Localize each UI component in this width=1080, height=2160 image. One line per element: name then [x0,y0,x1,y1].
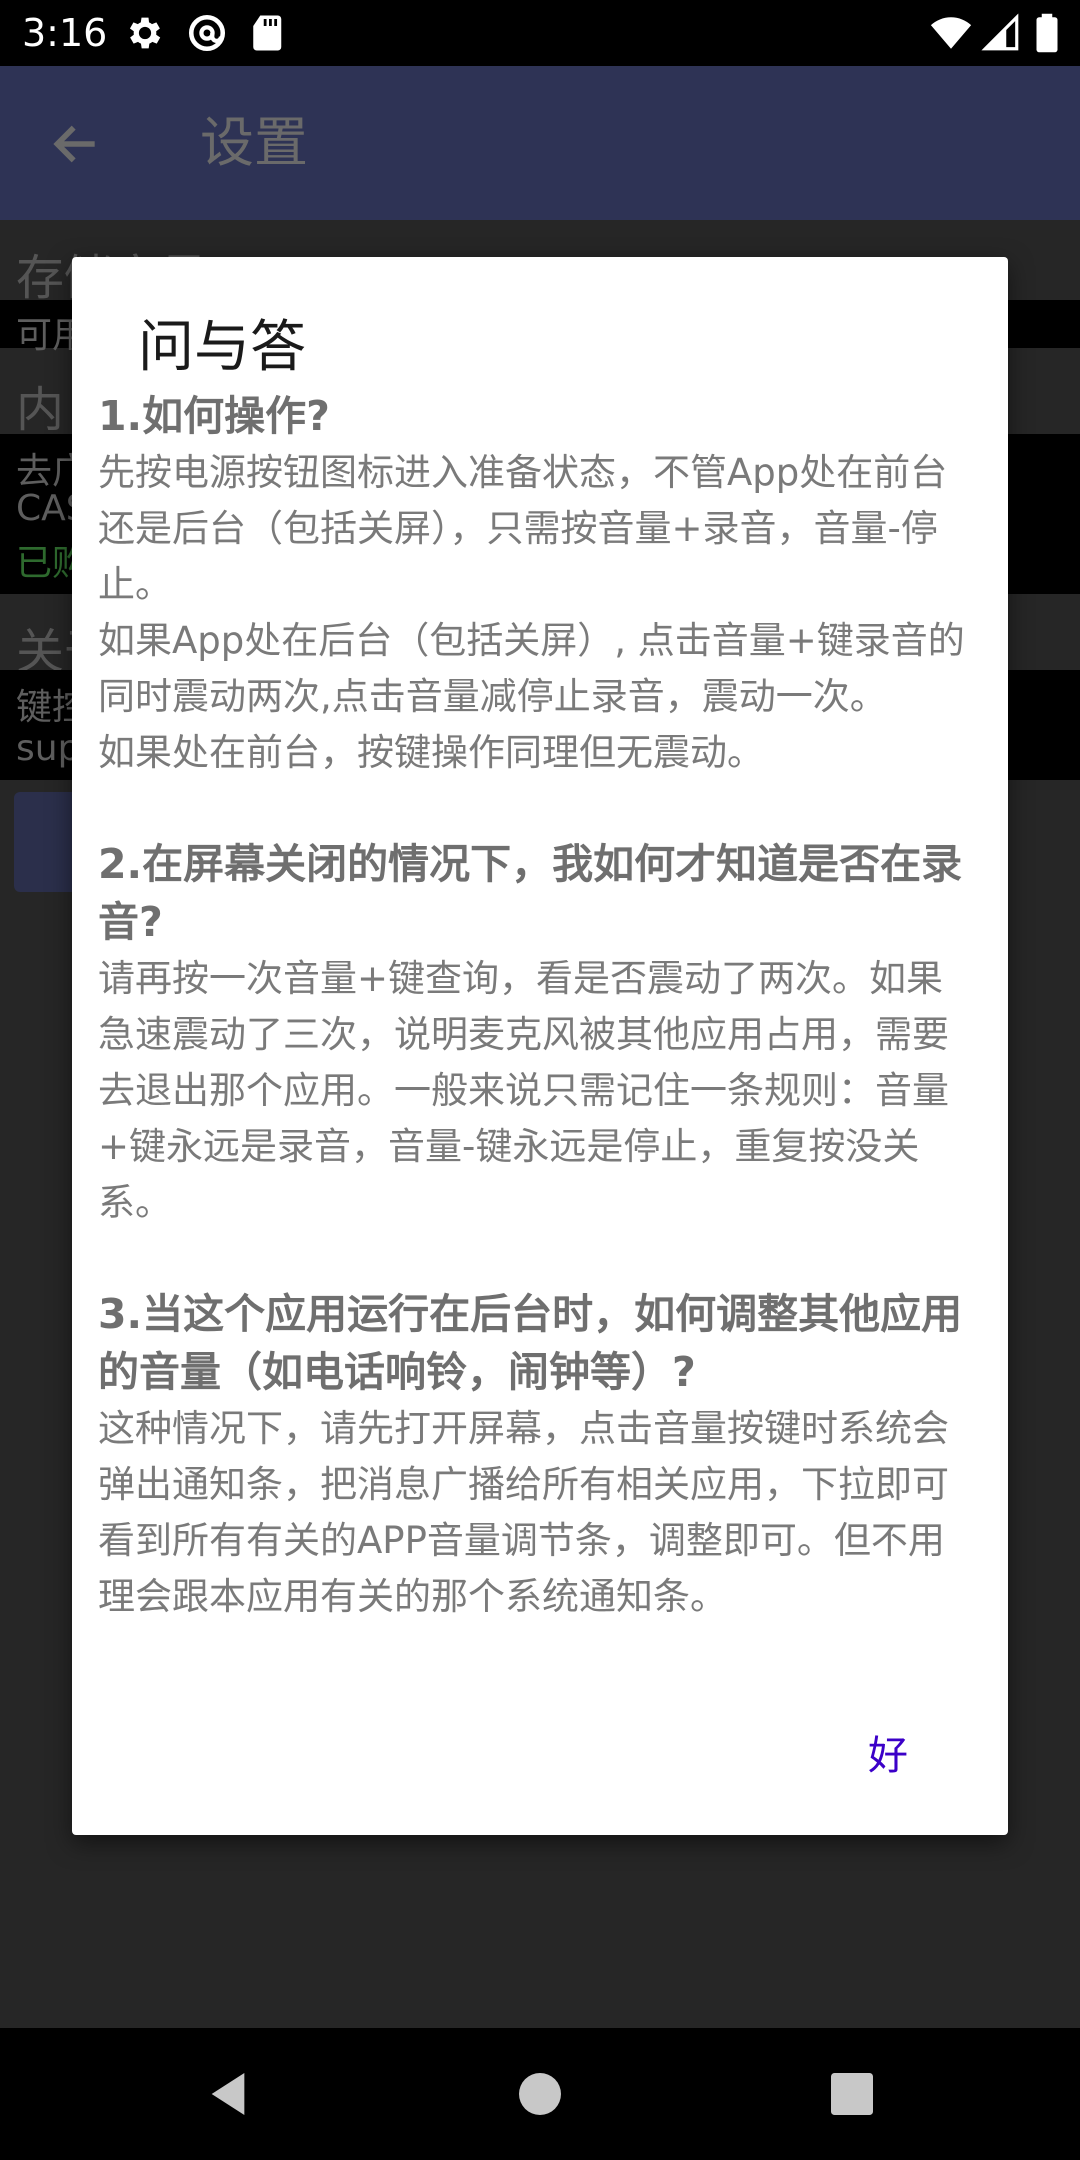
battery-icon [1036,13,1058,53]
qa-dialog: 问与答 1.如何操作? 先按电源按钮图标进入准备状态，不管App处在前台还是后台… [72,257,1008,1835]
wifi-icon [930,17,972,49]
sd-card-icon [253,15,282,51]
qa-question: 2.在屏幕关闭的情况下，我如何才知道是否在录音? [98,840,963,946]
ok-button[interactable]: 好 [868,1731,908,1781]
qa-item: 3.当这个应用运行在后台时，如何调整其他应用的音量（如电话响铃，闹钟等）? 这种… [98,1285,978,1625]
app-bar: 设置 [0,66,1080,220]
page-title: 设置 [200,111,308,174]
qa-answer: 先按电源按钮图标进入准备状态，不管App处在前台还是后台（包括关屏），只需按音量… [98,451,965,774]
dialog-body: 1.如何操作? 先按电源按钮图标进入准备状态，不管App处在前台还是后台（包括关… [98,387,978,1679]
settings-row-text: sup [16,728,81,769]
qa-item: 2.在屏幕关闭的情况下，我如何才知道是否在录音? 请再按一次音量+键查询，看是否… [98,835,978,1231]
gear-icon [129,17,161,49]
qa-question: 1.如何操作? [98,392,330,440]
section-header-purchase: 内 [16,382,65,438]
qa-answer: 请再按一次音量+键查询，看是否震动了两次。如果急速震动了三次，说明麦克风被其他应… [98,957,949,1224]
status-bar: 3:16 [0,0,1080,66]
qa-question: 3.当这个应用运行在后台时，如何调整其他应用的音量（如电话响铃，闹钟等）? [98,1290,963,1396]
back-triangle-icon[interactable] [200,2066,256,2122]
qa-item: 1.如何操作? 先按电源按钮图标进入准备状态，不管App处在前台还是后台（包括关… [98,387,978,781]
status-time: 3:16 [22,11,108,55]
cell-signal-icon [981,13,1019,51]
qa-answer: 这种情况下，请先打开屏幕，点击音量按键时系统会弹出通知条，把消息广播给所有相关应… [98,1407,949,1618]
recents-square-icon[interactable] [824,2066,880,2122]
navigation-bar [0,2028,1080,2160]
at-sign-icon [188,14,226,52]
dialog-title: 问与答 [138,315,306,380]
home-circle-icon[interactable] [512,2066,568,2122]
back-arrow-icon[interactable] [48,116,104,172]
